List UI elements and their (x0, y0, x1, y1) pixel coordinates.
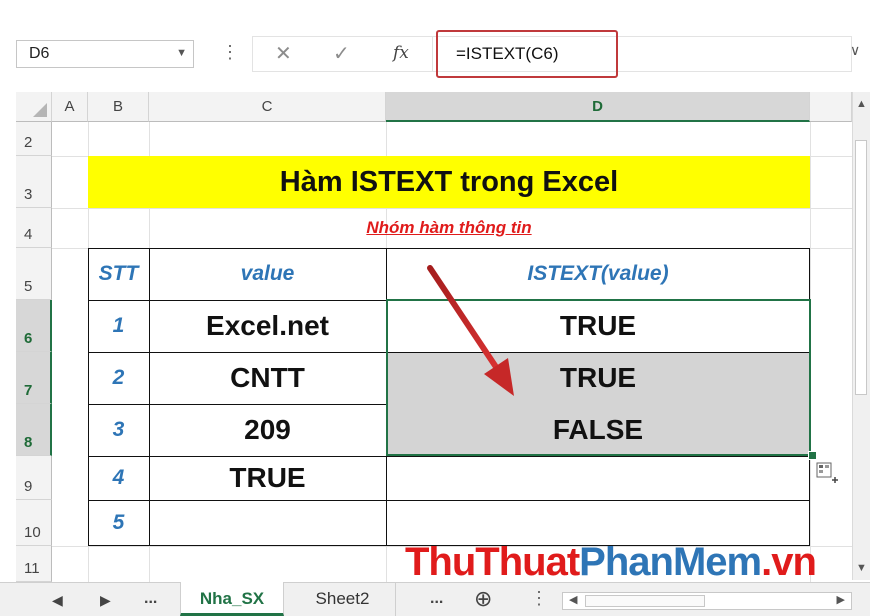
watermark-part: ThuThuat (405, 540, 580, 584)
row-header-4[interactable]: 4 (16, 208, 52, 248)
row-header-8[interactable]: 8 (16, 404, 52, 456)
horizontal-scrollbar[interactable]: ◀ ▶ (562, 592, 852, 610)
watermark: ThuThuatPhanMem.vn (405, 540, 817, 585)
column-header-d[interactable]: D (386, 92, 810, 122)
scroll-thumb[interactable] (855, 140, 867, 395)
cell-result[interactable] (386, 456, 810, 500)
sheet-subtitle[interactable]: Nhóm hàm thông tin (88, 208, 810, 248)
header-value[interactable]: value (149, 248, 386, 300)
cell-value[interactable]: CNTT (149, 352, 386, 404)
expand-formula-bar-icon[interactable]: ∨ (850, 42, 860, 59)
select-all-corner[interactable] (16, 92, 52, 122)
scroll-up-icon[interactable]: ▲ (856, 98, 867, 110)
split-handle-icon[interactable]: ⋮ (530, 588, 548, 609)
cell-stt[interactable]: 1 (88, 300, 149, 352)
cell-value[interactable]: Excel.net (149, 300, 386, 352)
row-header-11[interactable]: 11 (16, 546, 52, 582)
row-header-7[interactable]: 7 (16, 352, 52, 404)
insert-function-icon[interactable]: fx (393, 43, 409, 63)
column-header-e[interactable] (810, 92, 852, 122)
next-sheet-icon[interactable]: ▶ (100, 592, 111, 609)
formula-buttons: ✕ ✓ fx (252, 36, 432, 72)
sheet-overflow-right[interactable]: ... (430, 590, 443, 608)
cell-stt[interactable]: 5 (88, 500, 149, 546)
more-options-icon[interactable]: ⋮ (221, 42, 239, 63)
row-header-10[interactable]: 10 (16, 500, 52, 546)
cell-stt[interactable]: 3 (88, 404, 149, 456)
chevron-down-icon[interactable]: ▼ (176, 47, 187, 59)
fill-handle[interactable] (808, 451, 817, 460)
column-header-c[interactable]: C (149, 92, 386, 122)
formula-text[interactable]: =ISTEXT(C6) (456, 44, 559, 64)
quick-analysis-icon[interactable] (816, 462, 838, 484)
scroll-down-icon[interactable]: ▼ (856, 562, 867, 574)
prev-sheet-icon[interactable]: ◀ (52, 592, 63, 609)
hscroll-thumb[interactable] (585, 595, 705, 607)
tab-sheet2[interactable]: Sheet2 (290, 582, 396, 616)
watermark-part: .vn (761, 540, 817, 584)
row-header-5[interactable]: 5 (16, 248, 52, 300)
row-header-3[interactable]: 3 (16, 156, 52, 208)
cancel-icon[interactable]: ✕ (275, 41, 292, 66)
row-header-9[interactable]: 9 (16, 456, 52, 500)
sheet-overflow-left[interactable]: ... (144, 590, 157, 608)
column-header-a[interactable]: A (52, 92, 88, 122)
cell-value[interactable]: TRUE (149, 456, 386, 500)
tab-nha-sx[interactable]: Nha_SX (180, 582, 284, 616)
sheet-title[interactable]: Hàm ISTEXT trong Excel (88, 156, 810, 208)
header-stt[interactable]: STT (88, 248, 149, 300)
name-box-value: D6 (29, 45, 50, 62)
enter-icon[interactable]: ✓ (333, 41, 350, 66)
column-header-b[interactable]: B (88, 92, 149, 122)
row-header-2[interactable]: 2 (16, 122, 52, 156)
name-box[interactable]: D6 ▼ (16, 40, 194, 68)
add-sheet-icon[interactable]: ⊕ (474, 586, 492, 612)
scroll-right-icon[interactable]: ▶ (837, 593, 845, 606)
pointer-arrow (427, 265, 514, 396)
cell-stt[interactable]: 4 (88, 456, 149, 500)
watermark-part: PhanMem (579, 540, 762, 584)
scroll-left-icon[interactable]: ◀ (569, 593, 577, 606)
cell-value[interactable] (149, 500, 386, 546)
cell-stt[interactable]: 2 (88, 352, 149, 404)
cell-value[interactable]: 209 (149, 404, 386, 456)
row-header-6[interactable]: 6 (16, 300, 52, 352)
